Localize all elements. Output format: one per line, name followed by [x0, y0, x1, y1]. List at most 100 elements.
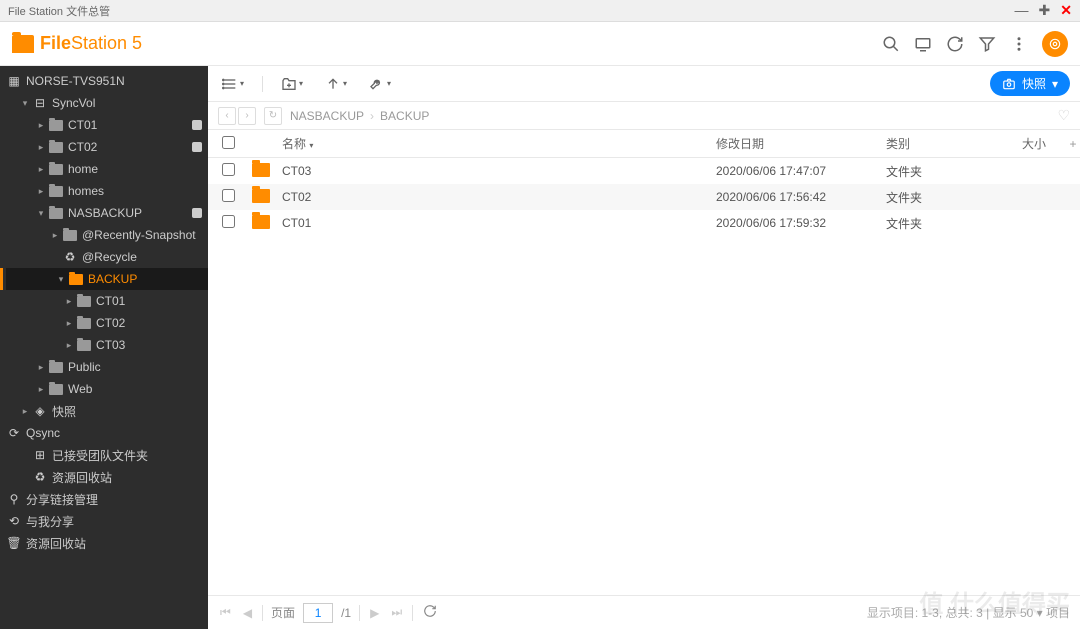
row-date: 2020/06/06 17:56:42	[716, 190, 886, 204]
sidebar: ▦NORSE-TVS951N ▾⊟SyncVol ▸CT01 ▸CT02 ▸ho…	[0, 66, 208, 629]
caret-right-icon: ▸	[18, 406, 32, 417]
smart-filter-icon[interactable]	[1042, 31, 1068, 57]
caret-right-icon: ▸	[34, 120, 48, 131]
column-size[interactable]: 大小	[1006, 135, 1066, 152]
tree-b-ct01[interactable]: ▸CT01	[0, 290, 208, 312]
table-row[interactable]: CT01 2020/06/06 17:59:32 文件夹	[208, 210, 1080, 236]
sync-icon: ⟳	[6, 426, 22, 440]
folder-icon	[12, 35, 34, 53]
camera-icon	[1002, 77, 1016, 91]
tree-accepted-team[interactable]: ⊞已接受团队文件夹	[0, 444, 208, 466]
folder-icon	[77, 296, 91, 307]
page-last-button[interactable]: ⏭	[389, 605, 404, 620]
search-icon[interactable]	[882, 35, 900, 53]
favorite-button[interactable]: ♡	[1057, 107, 1070, 124]
row-name: CT01	[278, 216, 716, 230]
minimize-button[interactable]: —	[1015, 2, 1029, 19]
row-checkbox[interactable]	[222, 189, 235, 202]
view-mode-button[interactable]: ▾	[218, 72, 248, 96]
tools-button[interactable]: ▾	[365, 72, 395, 96]
tree-b-ct02[interactable]: ▸CT02	[0, 312, 208, 334]
volume-icon: ⊟	[32, 96, 48, 110]
page-input[interactable]	[303, 603, 333, 623]
page-refresh-button[interactable]	[421, 604, 439, 621]
remote-icon[interactable]	[914, 35, 932, 53]
upload-button[interactable]: ▾	[321, 72, 351, 96]
page-label: 页面	[271, 604, 295, 621]
tree-qsync-recycle[interactable]: ♻资源回收站	[0, 466, 208, 488]
folder-icon	[252, 163, 270, 177]
content-area: ▾ ▾ ▾ ▾ 快照▾ ‹ › ↻ NASBACKUP › BACKUP ♡	[208, 66, 1080, 629]
tree-syncvol[interactable]: ▾⊟SyncVol	[0, 92, 208, 114]
window-title: File Station 文件总管	[8, 3, 1015, 19]
caret-down-icon: ▾	[18, 98, 32, 109]
row-checkbox[interactable]	[222, 163, 235, 176]
tree-share-mgmt[interactable]: ⚲分享链接管理	[0, 488, 208, 510]
page-next-button[interactable]: ▶	[368, 606, 381, 620]
badge-icon	[192, 208, 202, 218]
caret-right-icon: ▸	[34, 164, 48, 175]
recycle-icon: ♻	[32, 470, 48, 484]
caret-right-icon: ▸	[34, 186, 48, 197]
page-first-button[interactable]: ⏮	[218, 605, 233, 620]
page-prev-button[interactable]: ◀	[241, 606, 254, 620]
tree-public[interactable]: ▸Public	[0, 356, 208, 378]
more-icon[interactable]	[1010, 35, 1028, 53]
nav-back-button[interactable]: ‹	[218, 107, 236, 125]
tree-web[interactable]: ▸Web	[0, 378, 208, 400]
snapshot-button[interactable]: 快照▾	[990, 71, 1070, 96]
refresh-icon	[423, 604, 437, 618]
breadcrumb: NASBACKUP › BACKUP	[290, 109, 429, 123]
create-button[interactable]: ▾	[277, 72, 307, 96]
close-button[interactable]: ✕	[1060, 2, 1072, 19]
tree-shared-with-me[interactable]: ⟲与我分享	[0, 510, 208, 532]
row-type: 文件夹	[886, 189, 1006, 206]
pagination: ⏮ ◀ 页面 /1 ▶ ⏭ 显示项目: 1-3, 总共: 3 | 显示 50 ▾…	[208, 595, 1080, 629]
recycle-icon: ♻	[62, 250, 78, 264]
page-total: /1	[341, 606, 351, 620]
table-body: CT03 2020/06/06 17:47:07 文件夹 CT02 2020/0…	[208, 158, 1080, 595]
app-logo: FileStation 5	[12, 33, 142, 54]
header-actions	[882, 31, 1068, 57]
folder-icon	[49, 186, 63, 197]
tree-home[interactable]: ▸home	[0, 158, 208, 180]
column-config-button[interactable]: +	[1066, 137, 1080, 151]
tree-ct01[interactable]: ▸CT01	[0, 114, 208, 136]
row-date: 2020/06/06 17:59:32	[716, 216, 886, 230]
tree-recent-snap[interactable]: ▸@Recently-Snapshot	[0, 224, 208, 246]
tree-snapshot[interactable]: ▸◈快照	[0, 400, 208, 422]
breadcrumb-segment[interactable]: NASBACKUP	[290, 109, 364, 123]
trash-icon: 🗑	[6, 536, 22, 550]
folder-icon	[69, 274, 83, 285]
titlebar: File Station 文件总管 — ✚ ✕	[0, 0, 1080, 22]
row-checkbox[interactable]	[222, 215, 235, 228]
app-header: FileStation 5	[0, 22, 1080, 66]
tree-b-ct03[interactable]: ▸CT03	[0, 334, 208, 356]
tree-ct02[interactable]: ▸CT02	[0, 136, 208, 158]
column-date[interactable]: 修改日期	[716, 135, 886, 152]
table-row[interactable]: CT02 2020/06/06 17:56:42 文件夹	[208, 184, 1080, 210]
table-row[interactable]: CT03 2020/06/06 17:47:07 文件夹	[208, 158, 1080, 184]
folder-icon	[63, 230, 77, 241]
refresh-icon[interactable]	[946, 35, 964, 53]
filter-icon[interactable]	[978, 35, 996, 53]
tree-host[interactable]: ▦NORSE-TVS951N	[0, 70, 208, 92]
window-controls: — ✚ ✕	[1015, 2, 1072, 19]
column-name[interactable]: 名称 ▾	[278, 135, 716, 152]
select-all-checkbox[interactable]	[222, 136, 235, 149]
column-type[interactable]: 类别	[886, 135, 1006, 152]
row-name: CT03	[278, 164, 716, 178]
tree-backup[interactable]: ▾BACKUP	[6, 268, 208, 290]
tree-qsync[interactable]: ⟳Qsync	[0, 422, 208, 444]
path-history-button[interactable]: ↻	[264, 107, 282, 125]
breadcrumb-segment[interactable]: BACKUP	[380, 109, 429, 123]
tree-homes[interactable]: ▸homes	[0, 180, 208, 202]
maximize-button[interactable]: ✚	[1039, 2, 1051, 19]
tree-trash[interactable]: 🗑资源回收站	[0, 532, 208, 554]
caret-right-icon: ▸	[34, 142, 48, 153]
tree-recycle-nb[interactable]: ♻@Recycle	[0, 246, 208, 268]
caret-right-icon: ▸	[62, 318, 76, 329]
tree-nasbackup[interactable]: ▾NASBACKUP	[0, 202, 208, 224]
nav-forward-button[interactable]: ›	[238, 107, 256, 125]
page-status: 显示项目: 1-3, 总共: 3 | 显示 50 ▾ 项目	[867, 604, 1070, 621]
